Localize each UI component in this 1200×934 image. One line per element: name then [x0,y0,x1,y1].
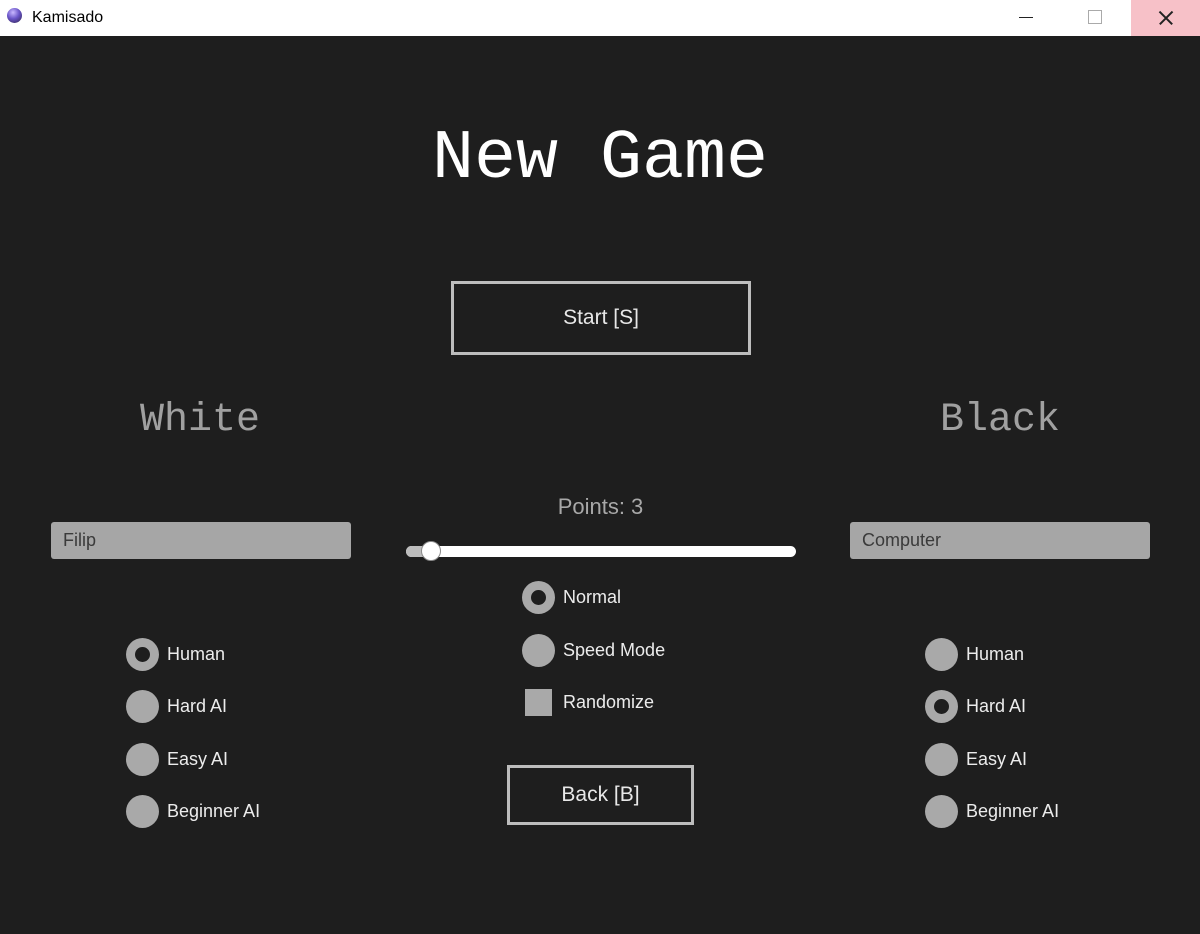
start-button[interactable]: Start [S] [451,281,751,355]
white-option-easy-ai[interactable]: Easy AI [126,742,228,776]
close-button[interactable] [1131,0,1200,36]
white-human-label: Human [167,643,226,664]
white-human-radio[interactable] [126,637,159,671]
mode-option-speed[interactable]: Speed Mode [522,633,665,667]
white-hard-ai-radio[interactable] [126,689,159,723]
black-easy-ai-label: Easy AI [966,748,1028,769]
window-title: Kamisado [32,9,104,26]
black-beginner-ai-radio[interactable] [925,794,958,828]
app-icon [7,8,22,23]
randomize-label: Randomize [563,691,655,712]
white-easy-ai-label: Easy AI [167,748,229,769]
black-hard-ai-label: Hard AI [966,695,1027,716]
black-easy-ai-radio[interactable] [925,742,958,776]
back-button[interactable]: Back [B] [507,765,694,825]
mode-normal-radio[interactable] [522,580,555,614]
black-option-hard-ai[interactable]: Hard AI [925,689,1026,723]
page-title: New Game [431,120,769,199]
white-name-input[interactable] [51,522,351,559]
white-option-hard-ai[interactable]: Hard AI [126,689,227,723]
mode-normal-label: Normal [563,586,622,607]
black-option-beginner-ai[interactable]: Beginner AI [925,794,1059,828]
black-human-label: Human [966,643,1025,664]
black-hard-ai-radio[interactable] [925,689,958,723]
black-human-radio[interactable] [925,637,958,671]
white-easy-ai-radio[interactable] [126,742,159,776]
start-button-label: Start [S] [563,306,639,329]
black-name-input[interactable] [850,522,1150,559]
title-bar: Kamisado [0,0,1200,36]
white-hard-ai-label: Hard AI [167,695,228,716]
mode-speed-label: Speed Mode [563,639,666,660]
randomize-option[interactable]: Randomize [522,685,654,719]
points-label: Points: 3 [557,494,644,519]
black-beginner-ai-label: Beginner AI [966,800,1060,821]
white-option-human[interactable]: Human [126,637,225,671]
mode-option-normal[interactable]: Normal [522,580,621,614]
black-heading: Black [939,398,1061,443]
white-heading: White [139,398,261,443]
back-button-label: Back [B] [561,783,640,806]
white-option-beginner-ai[interactable]: Beginner AI [126,794,260,828]
white-beginner-ai-label: Beginner AI [167,800,261,821]
maximize-button[interactable] [1060,0,1129,36]
points-slider-thumb[interactable] [421,541,442,561]
points-slider[interactable] [406,541,796,561]
white-beginner-ai-radio[interactable] [126,794,159,828]
black-option-easy-ai[interactable]: Easy AI [925,742,1027,776]
randomize-checkbox[interactable] [525,688,552,716]
mode-speed-radio[interactable] [522,633,555,667]
black-option-human[interactable]: Human [925,637,1024,671]
minimize-button[interactable] [991,0,1060,36]
